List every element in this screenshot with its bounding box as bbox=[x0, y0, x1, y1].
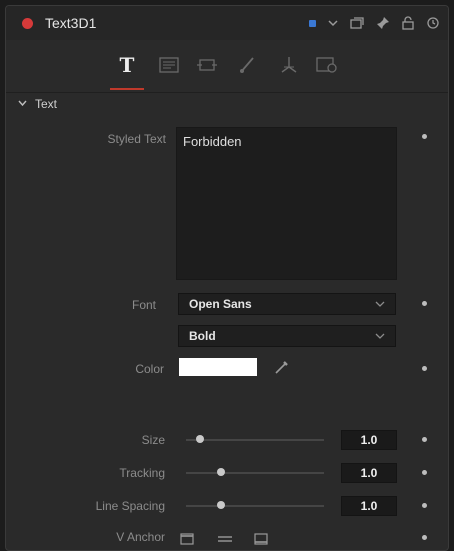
tab-3d[interactable] bbox=[274, 50, 304, 80]
keyframe-dot-size[interactable] bbox=[422, 437, 427, 442]
chevron-down-icon bbox=[375, 329, 385, 346]
chevron-down-icon bbox=[18, 99, 27, 110]
font-style-dropdown[interactable]: Bold bbox=[178, 325, 396, 347]
line-spacing-slider-knob[interactable] bbox=[216, 501, 225, 509]
tool-header: Text3D1 bbox=[6, 6, 448, 41]
font-value: Open Sans bbox=[189, 297, 252, 311]
tab-text-label: T bbox=[119, 53, 135, 77]
tracking-slider-knob[interactable] bbox=[216, 468, 225, 476]
anchor-center-icon[interactable] bbox=[217, 532, 233, 550]
brush-icon bbox=[240, 57, 254, 73]
tab-bar: T bbox=[6, 40, 448, 93]
font-style-value: Bold bbox=[189, 329, 216, 343]
keyframe-dot-tracking[interactable] bbox=[422, 470, 427, 475]
v-anchor-label: V Anchor bbox=[116, 530, 165, 544]
active-tab-indicator bbox=[110, 88, 144, 90]
chevron-down-icon bbox=[375, 297, 385, 314]
inspector-panel: Text3D1 T Text Styled Text Forbidden Fon… bbox=[5, 5, 449, 551]
transform-icon bbox=[197, 59, 217, 71]
line-spacing-input[interactable]: 1.0 bbox=[341, 496, 397, 516]
versions-icon[interactable] bbox=[350, 17, 364, 29]
section-title: Text bbox=[35, 97, 58, 111]
styled-text-label: Styled Text bbox=[107, 132, 166, 146]
section-header-text[interactable]: Text bbox=[6, 93, 448, 115]
size-input[interactable]: 1.0 bbox=[341, 430, 397, 450]
line-spacing-slider[interactable] bbox=[186, 505, 324, 507]
color-label: Color bbox=[135, 362, 164, 376]
color-swatch[interactable] bbox=[179, 358, 257, 376]
settings-icon bbox=[316, 57, 337, 73]
font-dropdown[interactable]: Open Sans bbox=[178, 293, 396, 315]
tool-title: Text3D1 bbox=[45, 15, 97, 31]
tool-enable-dot[interactable] bbox=[22, 18, 33, 29]
tracking-slider[interactable] bbox=[186, 472, 324, 474]
lock-icon[interactable] bbox=[402, 16, 414, 30]
tracking-label: Tracking bbox=[119, 466, 165, 480]
anchor-top-icon[interactable] bbox=[180, 532, 194, 550]
styled-text-input[interactable]: Forbidden bbox=[176, 127, 397, 280]
size-label: Size bbox=[141, 433, 165, 447]
size-slider[interactable] bbox=[186, 439, 324, 441]
color-chip-icon[interactable] bbox=[309, 19, 316, 27]
keyframe-dot-color[interactable] bbox=[422, 366, 427, 371]
tab-settings[interactable] bbox=[312, 50, 342, 80]
keyframe-dot-font[interactable] bbox=[422, 301, 427, 306]
keyframe-dot-line-spacing[interactable] bbox=[422, 503, 427, 508]
reset-icon[interactable] bbox=[426, 16, 440, 30]
size-slider-knob[interactable] bbox=[195, 435, 204, 443]
anchor-bottom-icon[interactable] bbox=[254, 532, 268, 550]
tab-shading[interactable] bbox=[232, 50, 262, 80]
chevron-down-icon[interactable] bbox=[328, 19, 338, 27]
tab-text[interactable]: T bbox=[112, 50, 142, 80]
axis-icon bbox=[281, 57, 297, 73]
header-icons bbox=[309, 14, 440, 32]
layout-icon bbox=[159, 57, 179, 73]
keyframe-dot-v-anchor[interactable] bbox=[422, 535, 427, 540]
tab-transform[interactable] bbox=[192, 50, 222, 80]
tab-layout[interactable] bbox=[154, 50, 184, 80]
styled-text-value: Forbidden bbox=[183, 134, 242, 149]
line-spacing-label: Line Spacing bbox=[95, 499, 165, 513]
eyedropper-icon[interactable] bbox=[274, 359, 290, 380]
keyframe-dot-styled-text[interactable] bbox=[422, 134, 427, 139]
font-label: Font bbox=[131, 298, 156, 312]
tracking-input[interactable]: 1.0 bbox=[341, 463, 397, 483]
pin-icon[interactable] bbox=[376, 16, 390, 30]
